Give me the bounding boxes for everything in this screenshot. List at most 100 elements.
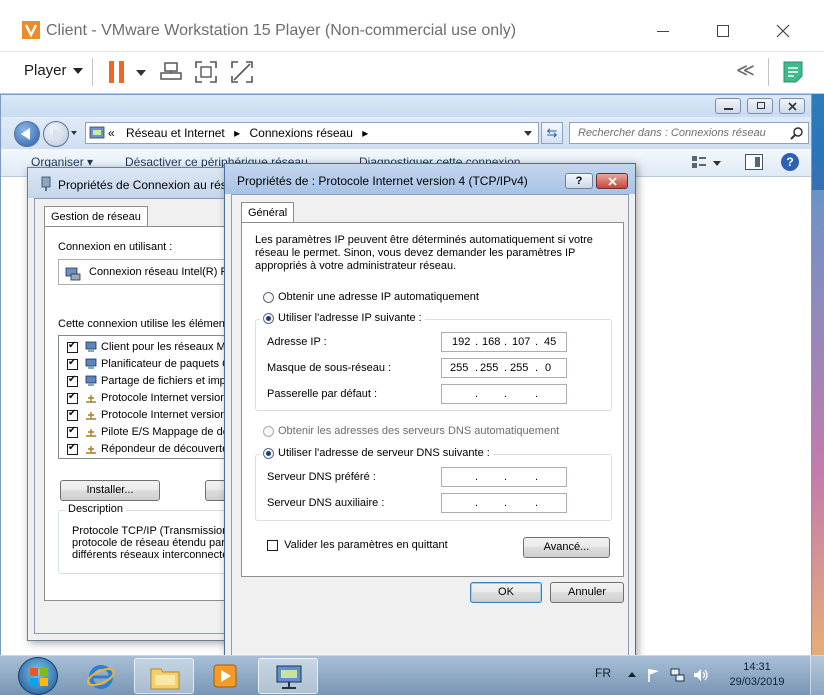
intro-text: Les paramètres IP peuvent être déterminé…: [255, 234, 593, 273]
component-checkbox[interactable]: [67, 357, 78, 370]
start-button[interactable]: [18, 657, 58, 695]
view-list-icon: [692, 156, 706, 168]
dialog-help-button[interactable]: ?: [565, 173, 593, 189]
dialog-close-button[interactable]: [596, 173, 628, 189]
radio-auto-dns[interactable]: Obtenir les adresses des serveurs DNS au…: [263, 425, 559, 437]
ip-dot: .: [535, 471, 539, 483]
protocol-icon: [85, 443, 97, 455]
view-options-button[interactable]: [691, 155, 721, 171]
install-button-label: Installer...: [86, 484, 134, 496]
minimize-button[interactable]: [640, 14, 686, 48]
history-dropdown[interactable]: [71, 131, 77, 135]
send-ctrl-alt-del-icon[interactable]: [159, 60, 183, 84]
description-legend: Description: [65, 503, 127, 515]
network-adapter-icon: [65, 267, 81, 281]
back-button[interactable]: [14, 121, 40, 147]
address-dropdown[interactable]: [524, 131, 532, 136]
taskbar-ie[interactable]: [72, 658, 132, 694]
component-checkbox[interactable]: [67, 340, 78, 353]
ip-address-field[interactable]: 192. 168. 107. 45: [441, 332, 567, 352]
refresh-button[interactable]: ⇆: [541, 122, 563, 144]
tab-general[interactable]: Général: [241, 202, 295, 223]
dialog-title: Propriétés de : Protocole Internet versi…: [237, 174, 528, 188]
dialog-titlebar: Propriétés de : Protocole Internet versi…: [225, 164, 635, 194]
advanced-button[interactable]: Avancé...: [523, 537, 610, 558]
vmware-logo-icon: [22, 21, 40, 39]
close-button[interactable]: [760, 14, 806, 48]
radio-button[interactable]: [263, 425, 274, 437]
ip-dot: .: [535, 362, 539, 374]
component-checkbox[interactable]: [67, 374, 78, 387]
cancel-button[interactable]: Annuler: [550, 582, 624, 603]
explorer-nav-bar: « Réseau et Internet ▸ Connexions réseau…: [1, 117, 811, 149]
show-desktop-button[interactable]: [810, 656, 824, 695]
subnet-mask-label: Masque de sous-réseau :: [267, 362, 392, 374]
radio-button[interactable]: [263, 312, 274, 324]
ip-dot: .: [504, 336, 508, 348]
action-center-flag-icon[interactable]: [646, 667, 662, 683]
breadcrumb-item[interactable]: Réseau et Internet: [126, 126, 225, 140]
radio-button[interactable]: [263, 447, 274, 459]
component-checkbox[interactable]: [67, 442, 78, 455]
protocol-icon: [85, 392, 97, 404]
intro-line: appropriés à votre administrateur réseau…: [255, 260, 457, 272]
toolbar-divider: [92, 58, 93, 86]
intro-line: Les paramètres IP peuvent être déterminé…: [255, 234, 593, 246]
language-indicator[interactable]: FR: [595, 666, 611, 680]
forward-button[interactable]: [43, 121, 69, 147]
component-checkbox[interactable]: [67, 391, 78, 404]
explorer-minimize-button[interactable]: [715, 98, 741, 114]
player-menu[interactable]: Player: [24, 62, 83, 79]
validate-settings-checkbox[interactable]: Valider les paramètres en quittant: [267, 539, 448, 551]
taskbar-media-player[interactable]: [196, 658, 256, 694]
radio-label: Utiliser l'adresse de serveur DNS suivan…: [278, 447, 490, 459]
radio-manual-ip[interactable]: Utiliser l'adresse IP suivante :: [260, 312, 425, 324]
window-title: Client - VMware Workstation 15 Player (N…: [46, 22, 517, 39]
ip-address-label: Adresse IP :: [267, 336, 327, 348]
clock[interactable]: 14:31 29/03/2019: [722, 660, 792, 690]
fullscreen-icon[interactable]: [194, 60, 218, 84]
maximize-button[interactable]: [700, 14, 746, 48]
taskbar-network[interactable]: [258, 658, 318, 694]
install-button[interactable]: Installer...: [60, 480, 160, 501]
breadcrumb-chevron-icon: ▸: [234, 126, 241, 140]
protocol-icon: [85, 409, 97, 421]
internet-explorer-icon: [87, 665, 115, 689]
notes-icon[interactable]: [782, 60, 804, 84]
vmware-toolbar: Player ≪: [0, 52, 824, 94]
chevron-down-icon: [713, 161, 721, 166]
tab-networking[interactable]: Gestion de réseau: [44, 206, 148, 227]
explorer-close-button[interactable]: [779, 98, 805, 114]
radio-button[interactable]: [263, 291, 274, 303]
preferred-dns-field[interactable]: ...: [441, 467, 567, 487]
ip-dot: .: [535, 388, 539, 400]
guest-desktop: « Réseau et Internet ▸ Connexions réseau…: [0, 94, 824, 695]
collapse-icon[interactable]: ≪: [736, 60, 755, 81]
gateway-field[interactable]: ...: [441, 384, 567, 404]
close-icon: [776, 24, 790, 38]
volume-icon[interactable]: [692, 667, 710, 683]
address-bar[interactable]: « Réseau et Internet ▸ Connexions réseau…: [85, 122, 539, 144]
unity-icon[interactable]: [230, 60, 254, 84]
radio-manual-dns[interactable]: Utiliser l'adresse de serveur DNS suivan…: [260, 447, 493, 459]
radio-auto-ip[interactable]: Obtenir une adresse IP automatiquement: [263, 291, 479, 303]
breadcrumb-item[interactable]: Connexions réseau: [249, 126, 352, 140]
component-checkbox[interactable]: [67, 425, 78, 438]
preview-pane-button[interactable]: [745, 154, 763, 170]
help-button[interactable]: ?: [781, 153, 799, 171]
pause-button[interactable]: [106, 61, 148, 85]
show-hidden-icons[interactable]: [628, 672, 636, 677]
ok-button[interactable]: OK: [470, 582, 542, 603]
explorer-restore-button[interactable]: [747, 98, 773, 114]
checkbox[interactable]: [267, 539, 278, 551]
alternate-dns-field[interactable]: ...: [441, 493, 567, 513]
search-input[interactable]: Rechercher dans : Connexions réseau: [569, 122, 809, 144]
subnet-mask-field[interactable]: 255. 255. 255. 0: [441, 358, 567, 378]
component-checkbox[interactable]: [67, 408, 78, 421]
tab-label: Général: [248, 207, 288, 219]
arrow-right-icon: [53, 128, 62, 140]
network-tray-icon[interactable]: [670, 667, 686, 683]
windows-logo-icon: [30, 668, 48, 686]
taskbar-explorer[interactable]: [134, 658, 194, 694]
protocol-icon: [85, 426, 97, 438]
